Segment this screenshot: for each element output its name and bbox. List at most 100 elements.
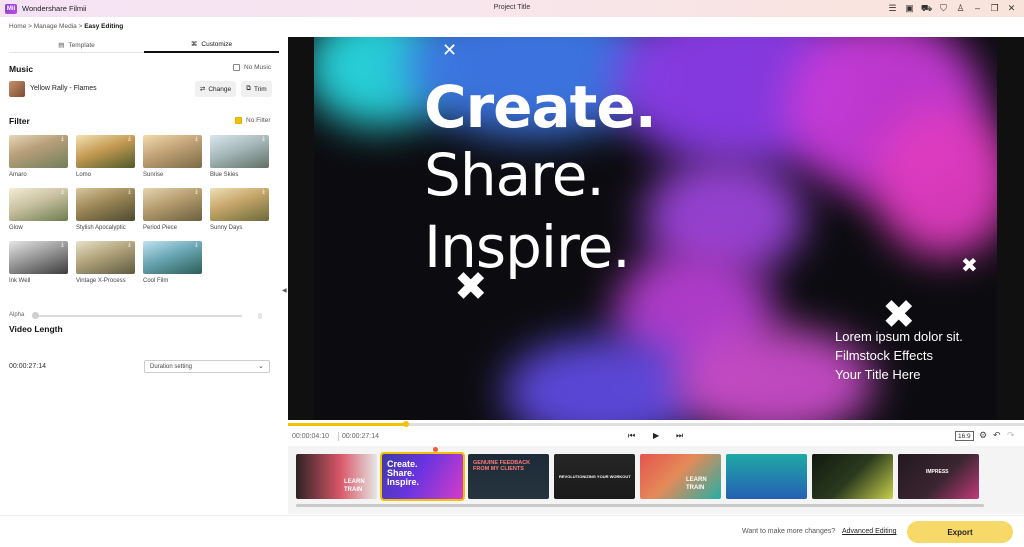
download-icon: ⤓ — [128, 189, 131, 195]
music-title: Music — [9, 64, 34, 74]
progress-knob[interactable] — [402, 421, 409, 427]
filter-label: Sunrise — [143, 172, 164, 178]
footer-hint: Want to make more changes? — [742, 528, 836, 535]
current-time: 00:00:04:10 — [292, 433, 329, 440]
restore-icon[interactable]: ❐ — [988, 2, 1001, 15]
timeline-scrollbar[interactable] — [296, 504, 984, 507]
filter-item[interactable]: ⤓ Amaro — [9, 135, 68, 178]
menu-icon[interactable]: ☰ — [886, 2, 899, 15]
advanced-editing-link[interactable]: Advanced Editing — [842, 528, 896, 535]
no-music-checkbox[interactable]: No Music — [233, 64, 271, 71]
filter-item[interactable]: ⤓ Sunrise — [143, 135, 202, 178]
playback-controls: 00:00:04:10 00:00:27:14 ⏮ ▶ ⏭ 16:9 ⚙ ↶ ↷ — [288, 428, 1024, 444]
x-mark-icon: ✕ — [442, 40, 458, 61]
filter-thumbnail: ⤓ — [143, 135, 202, 168]
filter-label: Ink Well — [9, 278, 31, 284]
minimize-icon[interactable]: – — [971, 2, 984, 15]
clip-thumbnail[interactable]: REVOLUTIONIZING YOUR WORKOUT — [554, 454, 635, 499]
download-icon: ⤓ — [61, 242, 64, 248]
filter-label: Cool Film — [143, 278, 169, 284]
download-icon: ⤓ — [61, 136, 64, 142]
breadcrumb-separator: > — [78, 23, 83, 30]
clip-thumbnail[interactable]: Create. Share. Inspire. — [380, 452, 465, 501]
filter-title: Filter — [9, 116, 30, 126]
close-icon[interactable]: ✕ — [1005, 2, 1018, 15]
playback-progress[interactable] — [288, 421, 1024, 427]
settings-icon[interactable]: ⚙ — [979, 430, 987, 441]
clip-text: Create. Share. Inspire. — [387, 459, 420, 487]
tab-label: Customize — [201, 40, 233, 48]
preview-subtitle-line3: Your Title Here — [835, 367, 921, 382]
swap-icon: ⇄ — [199, 86, 206, 93]
filter-thumbnail: ⤓ — [210, 135, 269, 168]
no-music-label: No Music — [244, 64, 272, 71]
duration-select[interactable]: Duration setting ⌄ — [144, 360, 270, 373]
next-icon[interactable]: ⏭ — [676, 431, 683, 441]
video-length-title: Video Length — [9, 324, 63, 334]
filter-thumbnail: ⤓ — [143, 241, 202, 274]
breadcrumb: Home > Manage Media > Easy Editing — [9, 23, 123, 30]
filter-label: Amaro — [9, 172, 27, 178]
trim-label: Trim — [253, 85, 267, 93]
tab-customize[interactable]: ⌘ Customize — [144, 37, 279, 53]
tab-template[interactable]: ▤ Template — [9, 37, 144, 53]
filter-item[interactable]: ⤓ Glow — [9, 188, 68, 231]
clip-text: LEARN TRAIN — [686, 477, 707, 491]
export-button[interactable]: Export — [907, 521, 1013, 543]
clip-thumbnail[interactable] — [726, 454, 807, 499]
change-music-button[interactable]: ⇄ Change — [195, 81, 236, 97]
filter-thumbnail: ⤓ — [143, 188, 202, 221]
trim-music-button[interactable]: ⧉ Trim — [241, 81, 272, 97]
preview-title-line2: Share. — [424, 141, 605, 209]
tab-label: Template — [68, 41, 95, 49]
collapse-panel-icon[interactable]: ◀ — [282, 287, 287, 294]
save-icon[interactable]: ▣ — [903, 2, 916, 15]
filter-item[interactable]: ⤓ Period Piece — [143, 188, 202, 231]
cart-icon[interactable]: ⛟ — [920, 2, 933, 15]
clip-timeline: LEARN TRAIN Create. Share. Inspire. GENU… — [288, 446, 1024, 514]
filter-item[interactable]: ⤓ Vintage X-Process — [76, 241, 135, 284]
trim-icon: ⧉ — [246, 85, 251, 92]
download-icon: ⤓ — [195, 242, 198, 248]
clip-thumbnail[interactable]: LEARN TRAIN — [296, 454, 377, 499]
shirt-icon[interactable]: ⛉ — [937, 2, 950, 15]
filter-label: Lomo — [76, 172, 92, 178]
filter-item[interactable]: ⤓ Lomo — [76, 135, 135, 178]
play-icon[interactable]: ▶ — [653, 431, 659, 441]
playhead-marker[interactable] — [433, 447, 438, 452]
x-mark-icon: ✖ — [961, 253, 978, 277]
clip-text: LEARN TRAIN — [344, 479, 365, 493]
undo-icon[interactable]: ↶ — [993, 430, 1001, 441]
redo-icon[interactable]: ↷ — [1007, 430, 1015, 441]
download-icon: ⤓ — [262, 136, 265, 142]
filter-item[interactable]: ⤓ Stylish Apocalyptic — [76, 188, 135, 231]
clip-thumbnail[interactable]: IMPRESS — [898, 454, 979, 499]
download-icon: ⤓ — [262, 189, 265, 195]
clip-thumbnail[interactable] — [812, 454, 893, 499]
clip-thumbnail[interactable]: GENUINE FEEDBACK FROM MY CLIENTS — [468, 454, 549, 499]
filter-label: Blue Skies — [210, 172, 239, 178]
user-icon[interactable]: ♙ — [954, 2, 967, 15]
breadcrumb-home[interactable]: Home — [9, 23, 26, 30]
download-icon: ⤓ — [128, 136, 131, 142]
filter-item[interactable]: ⤓ Blue Skies — [210, 135, 269, 178]
filter-item[interactable]: ⤓ Cool Film — [143, 241, 202, 284]
slider-knob[interactable] — [32, 312, 39, 319]
filter-item[interactable]: ⤓ Ink Well — [9, 241, 68, 284]
customize-icon: ⌘ — [190, 41, 198, 48]
progress-fill — [288, 423, 406, 426]
total-time: 00:00:27:14 — [342, 433, 379, 440]
aspect-ratio-button[interactable]: 16:9 — [955, 431, 974, 441]
previous-icon[interactable]: ⏮ — [628, 431, 635, 441]
music-thumbnail — [9, 81, 25, 97]
project-title: Project Title — [493, 4, 531, 11]
no-filter-checkbox[interactable]: No Filter — [235, 117, 271, 124]
clip-thumbnail[interactable]: LEARN TRAIN — [640, 454, 721, 499]
alpha-slider[interactable]: Alpha — [9, 311, 262, 321]
music-track-name: Yellow Rally - Flames — [30, 85, 97, 92]
filter-thumbnail: ⤓ — [76, 241, 135, 274]
breadcrumb-media[interactable]: Manage Media — [34, 23, 77, 30]
clip-text: IMPRESS — [926, 469, 949, 475]
filter-item[interactable]: ⤓ Sunny Days — [210, 188, 269, 231]
download-icon: ⤓ — [195, 136, 198, 142]
